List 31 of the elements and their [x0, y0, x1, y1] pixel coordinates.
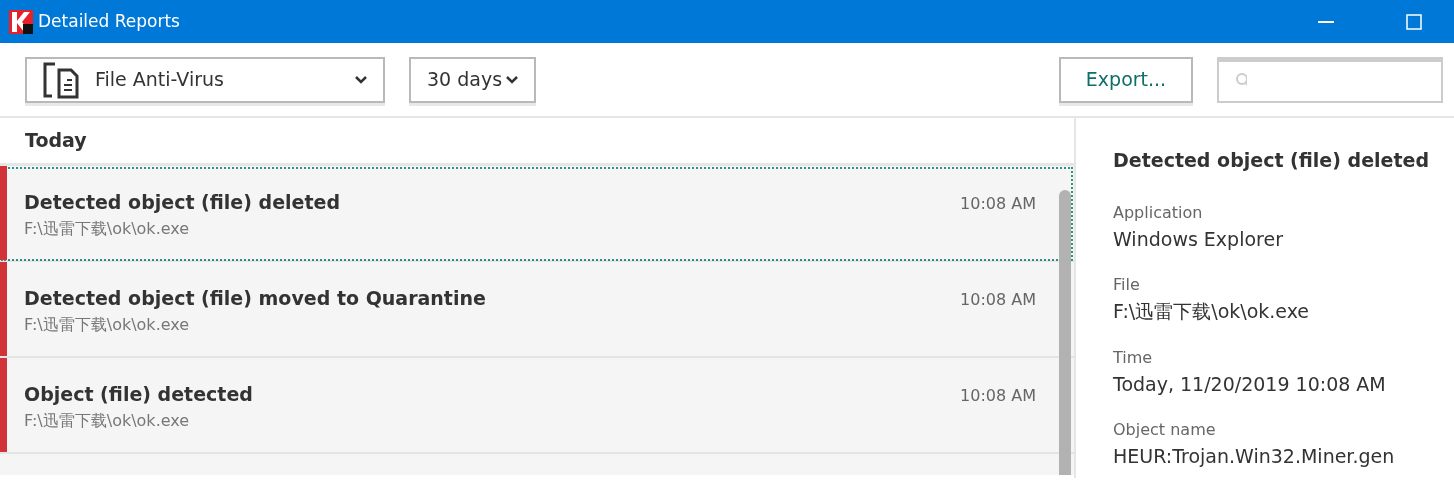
scrollbar[interactable]	[1059, 190, 1071, 475]
event-title: Detected object (file) moved to Quarantine	[24, 287, 486, 309]
field-label: Object name	[1113, 420, 1216, 439]
field-label: Time	[1113, 347, 1153, 367]
field-value: HEUR:Trojan.Win32.Miner.gen	[1113, 445, 1395, 467]
field-value: Windows Explorer	[1113, 227, 1283, 250]
period-dropdown[interactable]: 30 days	[409, 56, 536, 103]
document-icon	[43, 60, 79, 99]
export-button[interactable]: Export...	[1059, 56, 1193, 103]
event-time: 10:08 AM	[960, 193, 1036, 215]
event-time: 10:08 AM	[960, 289, 1036, 311]
event-title: Object (file) detected	[24, 383, 253, 405]
event-path: F:\迅雷下载\ok\ok.exe	[24, 218, 190, 238]
app-logo-icon	[8, 8, 34, 35]
event-title: Detected object (file) deleted	[24, 191, 340, 213]
field-label: File	[1113, 275, 1140, 294]
event-path: F:\迅雷下载\ok\ok.exe	[24, 314, 190, 334]
field-label: Application	[1113, 202, 1203, 222]
chevron-down-icon	[355, 75, 367, 84]
minimize-icon[interactable]	[1318, 20, 1334, 23]
search-field[interactable]	[1217, 56, 1443, 103]
event-path: F:\迅雷下载\ok\ok.exe	[24, 410, 190, 430]
group-header: Today	[25, 128, 87, 154]
maximize-icon[interactable]	[1406, 13, 1422, 30]
field-value: Today, 11/20/2019 10:08 AM	[1113, 372, 1386, 395]
event-time: 10:08 AM	[960, 385, 1036, 407]
detail-title: Detected object (file) deleted	[1113, 149, 1429, 171]
chevron-down-icon	[506, 75, 518, 84]
field-value: F:\迅雷下载\ok\ok.exe	[1113, 300, 1310, 322]
component-dropdown[interactable]: File Anti-Virus	[25, 56, 385, 103]
window-title: Detailed Reports	[38, 9, 180, 33]
